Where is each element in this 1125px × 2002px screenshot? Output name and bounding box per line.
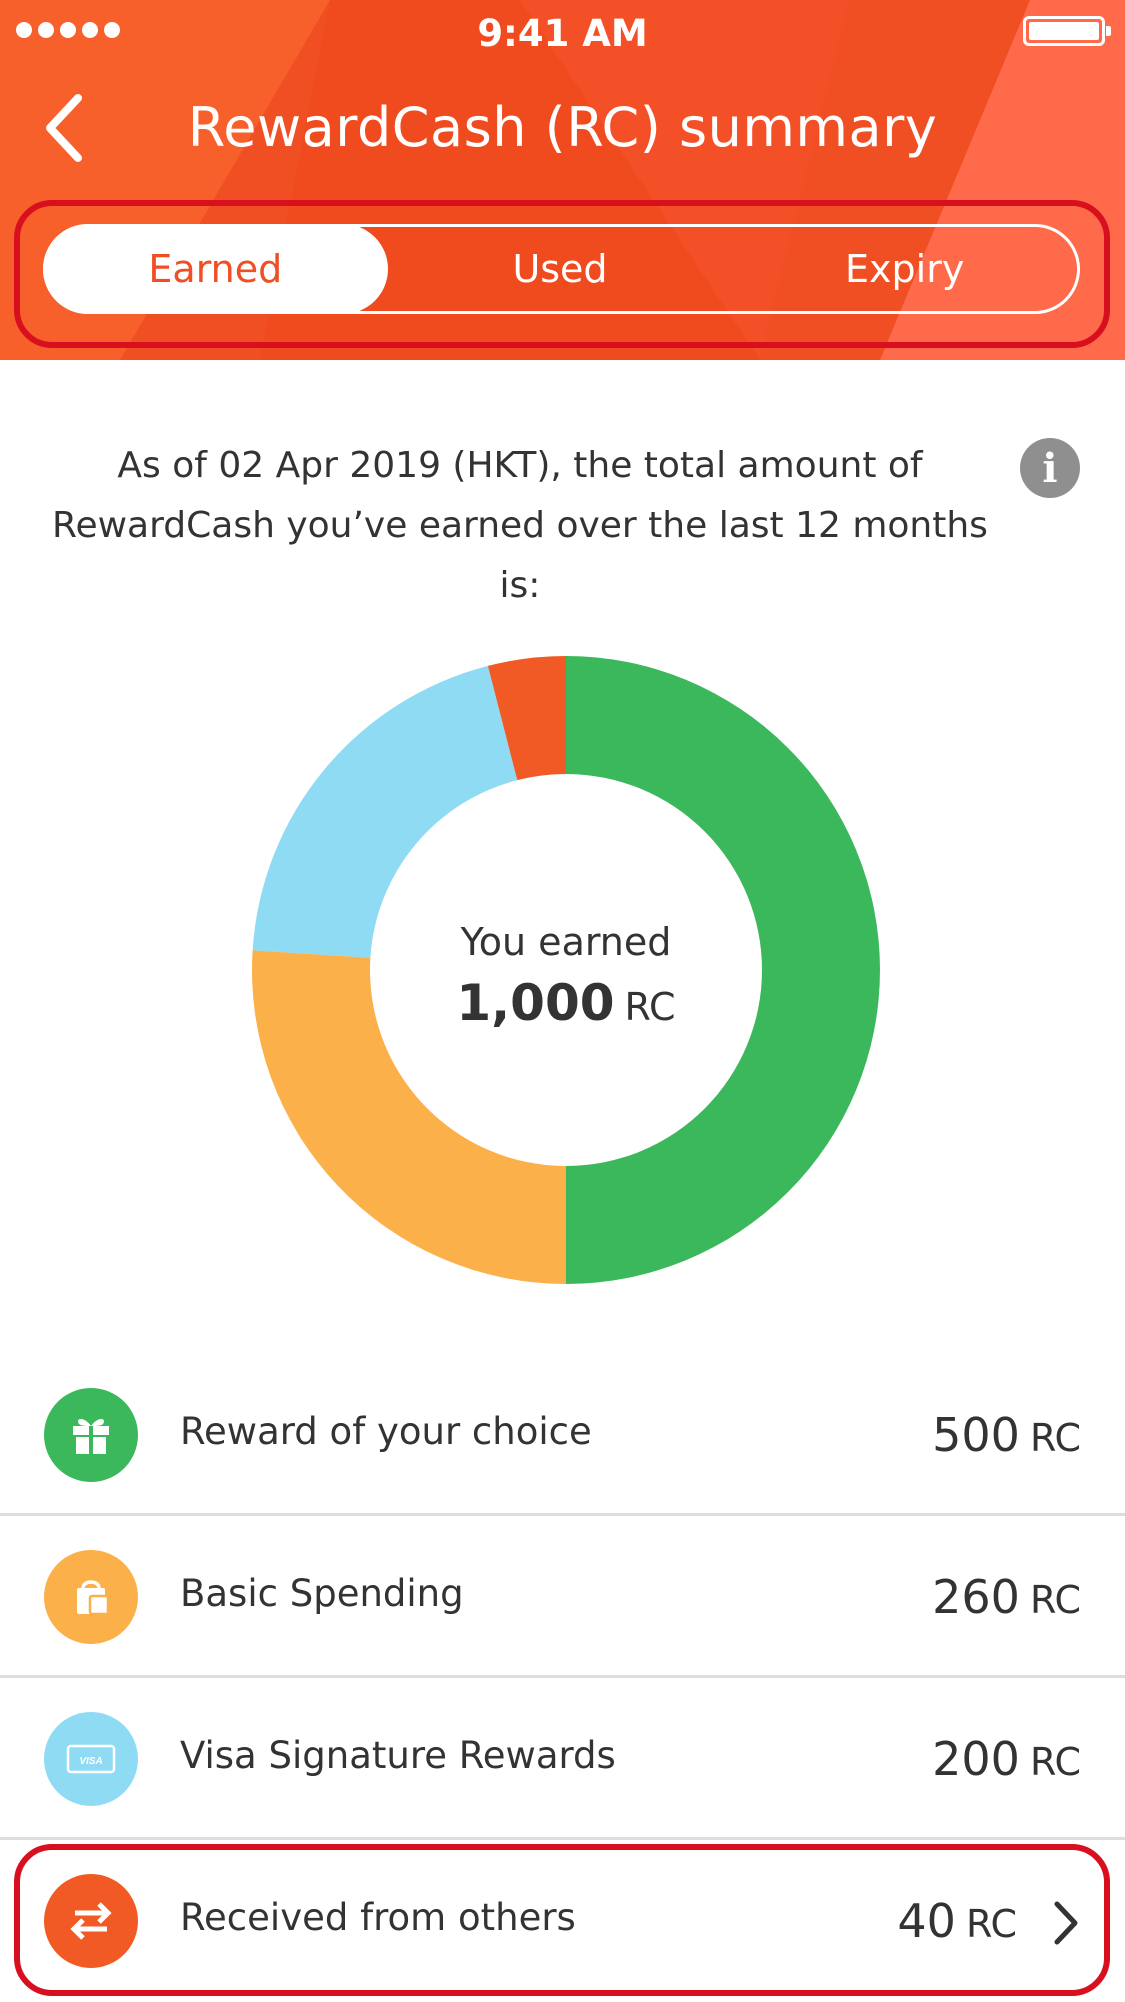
info-icon[interactable]: i xyxy=(1020,438,1080,498)
total-earned-unit: RC xyxy=(624,985,676,1029)
donut-center-summary: You earned 1,000 RC xyxy=(252,920,880,1032)
row-amount: 200 xyxy=(932,1732,1020,1786)
received-highlight-frame xyxy=(14,1844,1110,1996)
row-unit: RC xyxy=(1029,1578,1081,1622)
summary-description: As of 02 Apr 2019 (HKT), the total amoun… xyxy=(52,445,988,606)
battery-icon xyxy=(1023,16,1111,46)
total-earned-value: 1,000 xyxy=(456,974,615,1032)
row-label: Basic Spending xyxy=(180,1572,464,1615)
divider xyxy=(0,1837,1125,1840)
shopping-bag-icon xyxy=(44,1550,138,1644)
page-title: RewardCash (RC) summary xyxy=(187,96,938,159)
donut-slice-visa-signature-rewards xyxy=(252,665,518,958)
row-unit: RC xyxy=(1029,1740,1081,1784)
tab-expiry[interactable]: Expiry xyxy=(732,227,1077,311)
row-amount: 260 xyxy=(932,1570,1020,1624)
visa-card-icon: VISA xyxy=(44,1712,138,1806)
list-item-basic-spending: Basic Spending 260 RC xyxy=(0,1518,1125,1678)
row-amount: 500 xyxy=(932,1408,1020,1462)
status-time: 9:41 AM xyxy=(477,12,648,55)
list-item-visa-signature-rewards: VISA Visa Signature Rewards 200 RC xyxy=(0,1680,1125,1840)
status-bar: 9:41 AM xyxy=(0,0,1125,70)
tab-earned[interactable]: Earned xyxy=(43,224,388,314)
gift-icon xyxy=(44,1388,138,1482)
tab-bar: Earned Used Expiry xyxy=(43,224,1080,314)
svg-text:VISA: VISA xyxy=(79,1756,102,1767)
row-label: Reward of your choice xyxy=(180,1410,592,1453)
row-unit: RC xyxy=(1029,1416,1081,1460)
header: 9:41 AM RewardCash (RC) summary Earned U… xyxy=(0,0,1125,360)
you-earned-label: You earned xyxy=(460,920,672,964)
row-label: Visa Signature Rewards xyxy=(180,1734,616,1777)
divider xyxy=(0,1675,1125,1678)
tab-used[interactable]: Used xyxy=(388,227,733,311)
divider xyxy=(0,1513,1125,1516)
list-item-reward-of-your-choice: Reward of your choice 500 RC xyxy=(0,1356,1125,1516)
